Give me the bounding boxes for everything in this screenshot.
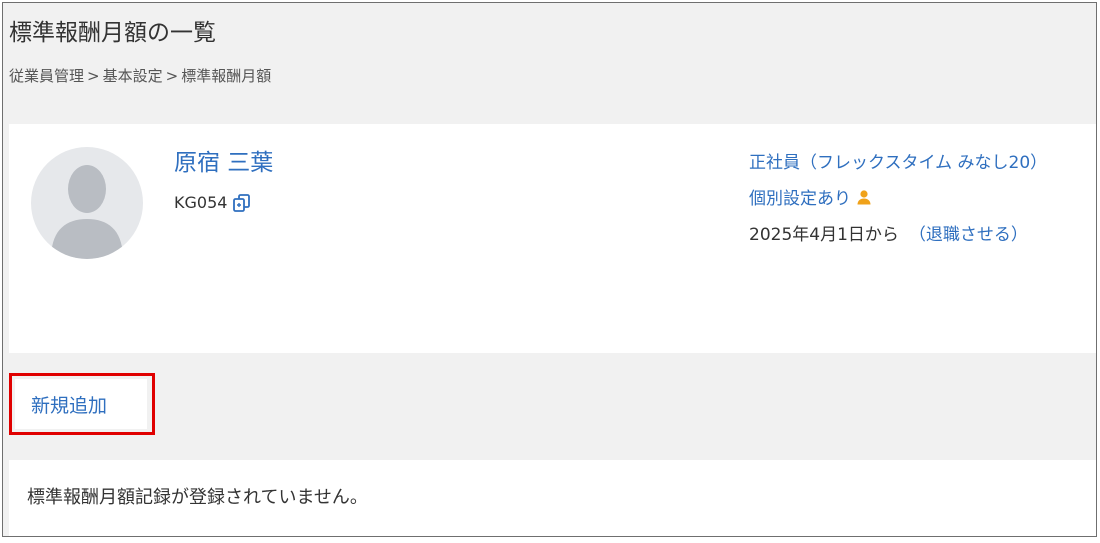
add-button-highlight: 新規追加 xyxy=(9,373,155,435)
breadcrumb: 従業員管理 > 基本設定 > 標準報酬月額 xyxy=(9,65,271,87)
employee-code: KG054 xyxy=(174,193,228,212)
empty-records-message: 標準報酬月額記録が登録されていません。 xyxy=(27,487,368,508)
add-new-button[interactable]: 新規追加 xyxy=(15,379,147,429)
employment-type-link[interactable]: 正社員（フレックスタイム みなし20） xyxy=(749,153,1047,173)
breadcrumb-item-standard-monthly-remuneration: 標準報酬月額 xyxy=(181,67,272,85)
page-frame: 標準報酬月額の一覧 従業員管理 > 基本設定 > 標準報酬月額 原宿 三葉 KG054 … xyxy=(2,2,1097,537)
avatar xyxy=(31,147,143,259)
breadcrumb-separator: > xyxy=(87,67,100,85)
breadcrumb-item-employee-management[interactable]: 従業員管理 xyxy=(9,67,84,85)
employee-profile-card: 原宿 三葉 KG054 正社員（フレックスタイム みなし20） 個別設定あり 2… xyxy=(9,124,1096,353)
records-panel: 標準報酬月額記録が登録されていません。 xyxy=(9,460,1096,536)
person-icon xyxy=(857,190,871,205)
breadcrumb-separator: > xyxy=(165,67,179,85)
employment-info: 正社員（フレックスタイム みなし20） 個別設定あり 2025年4月1日から （退… xyxy=(749,145,1047,253)
copy-icon[interactable] xyxy=(231,192,253,214)
employee-name[interactable]: 原宿 三葉 xyxy=(174,148,273,178)
individual-setting-link[interactable]: 個別設定あり xyxy=(749,189,851,209)
effective-date: 2025年4月1日から xyxy=(749,225,899,245)
retire-link[interactable]: （退職させる） xyxy=(909,225,1028,245)
page-title: 標準報酬月額の一覧 xyxy=(9,20,216,46)
breadcrumb-item-basic-settings[interactable]: 基本設定 xyxy=(103,67,163,85)
employee-code-row: KG054 xyxy=(174,192,253,214)
